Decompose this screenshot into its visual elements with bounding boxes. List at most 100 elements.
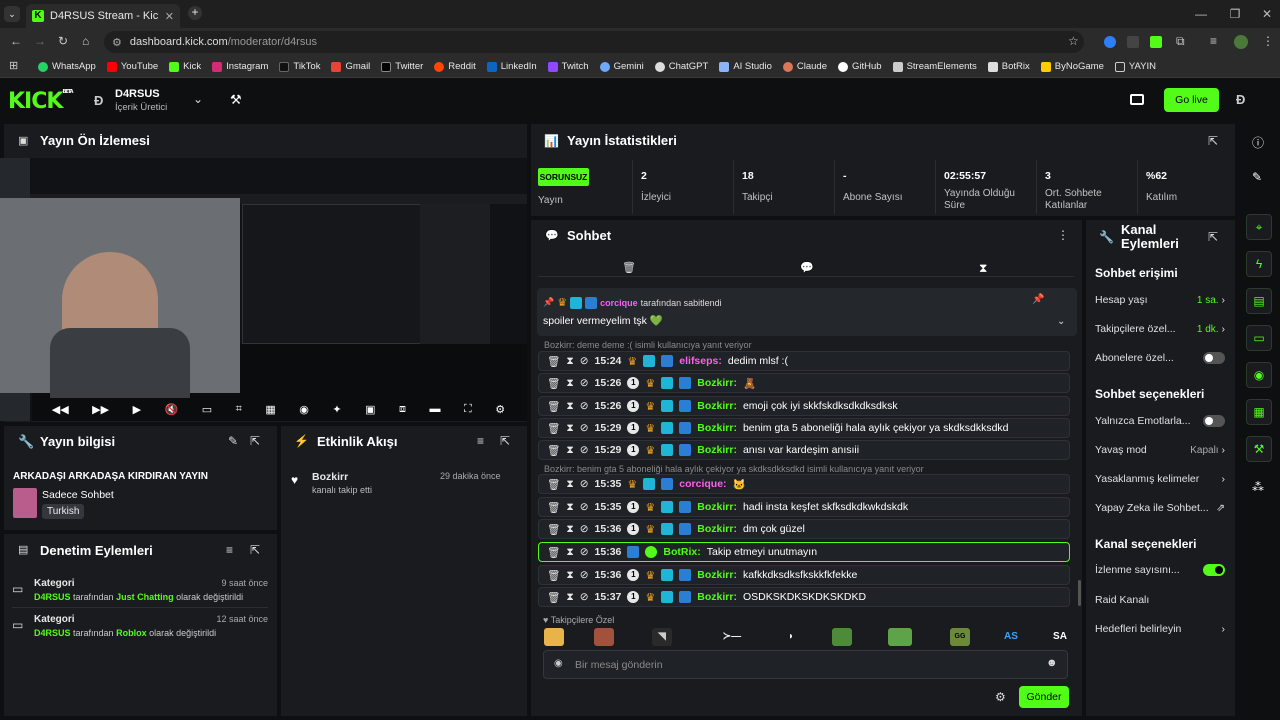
trash-icon[interactable]: 🗑 <box>622 261 636 274</box>
delete-icon[interactable]: 🗑 <box>547 591 560 604</box>
delete-icon[interactable]: 🗑 <box>547 523 560 536</box>
bookmark-botrix[interactable]: BotRix <box>987 61 1030 72</box>
bookmark-claude[interactable]: Claude <box>782 61 827 72</box>
delete-icon[interactable]: 🗑 <box>547 569 560 582</box>
chat-input[interactable]: ◉ Bir mesaj gönderin ☻ <box>543 650 1068 679</box>
ban-icon[interactable]: ⊘ <box>580 523 589 535</box>
ban-icon[interactable]: ⊘ <box>580 501 589 513</box>
bookmark-instagram[interactable]: Instagram <box>212 61 268 72</box>
sparkle-icon[interactable]: ✦ <box>332 403 341 416</box>
message-username[interactable]: Bozkirr: <box>697 569 737 581</box>
emote[interactable]: ◗ <box>781 628 801 646</box>
timeout-icon[interactable]: ⧗ <box>566 355 573 368</box>
emote-sa[interactable]: SA <box>1049 628 1071 646</box>
theatre-icon[interactable]: ▬ <box>430 403 441 415</box>
edit-icon[interactable]: ✎ <box>228 434 238 448</box>
emote[interactable]: ◥ <box>652 628 672 646</box>
ban-icon[interactable]: ⊘ <box>580 377 589 389</box>
ban-icon[interactable]: ⊘ <box>580 422 589 434</box>
popout-icon[interactable]: ⇱ <box>1208 134 1218 148</box>
bookmark-gmail[interactable]: Gmail <box>331 61 370 72</box>
chat-options-icon[interactable]: ◉ <box>554 658 563 669</box>
chat-icon[interactable]: 💬 <box>800 261 814 274</box>
bookmark-tiktok[interactable]: TikTok <box>279 61 320 72</box>
camera-icon[interactable]: ▭ <box>202 403 212 416</box>
bookmark-twitter[interactable]: Twitter <box>381 61 423 72</box>
clip-icon[interactable]: ◉ <box>299 403 309 416</box>
emote-as[interactable]: AS <box>1000 628 1022 646</box>
delete-icon[interactable]: 🗑 <box>547 478 560 491</box>
browser-menu-icon[interactable]: ⋮ <box>1262 34 1274 48</box>
timeout-icon[interactable]: ⧗ <box>566 523 573 536</box>
info-icon[interactable]: ⓘ <box>1252 134 1264 151</box>
chat-scrollbar[interactable] <box>1078 580 1081 606</box>
maximize-icon[interactable]: ❐ <box>1218 0 1252 28</box>
hammer-icon[interactable]: ⚒ <box>230 92 242 108</box>
crop-icon[interactable]: ⌗ <box>236 403 242 416</box>
popout-icon[interactable]: ⇱ <box>1208 230 1218 244</box>
popout-icon[interactable]: ⇱ <box>250 434 260 448</box>
delete-icon[interactable]: 🗑 <box>547 355 560 368</box>
profile-avatar[interactable] <box>1234 35 1248 49</box>
bookmark-folder-yayin[interactable]: YAYIN <box>1114 61 1156 72</box>
message-username[interactable]: Bozkirr: <box>697 377 737 389</box>
message-username[interactable]: Bozkirr: <box>697 444 737 456</box>
raid-row[interactable]: Raid Kanalı <box>1095 594 1225 606</box>
rail-wrench-icon[interactable]: ⚒ <box>1246 436 1272 462</box>
banned-words-row[interactable]: Yasaklanmış kelimeler › <box>1095 473 1225 485</box>
goals-row[interactable]: Hedefleri belirleyin › <box>1095 623 1225 635</box>
emote[interactable]: ≻— <box>716 628 748 646</box>
settings-icon[interactable]: ⚙ <box>995 690 1006 704</box>
channel-switcher[interactable]: D4RSUS İçerik Üretici <box>115 88 167 113</box>
bookmark-chatgpt[interactable]: ChatGPT <box>654 61 708 72</box>
chat-message[interactable]: 🗑 ⧗ ⊘ 15:29 1 ♛ Bozkirr: anısı var kardeşim anı… <box>538 440 1070 460</box>
filter-icon[interactable]: ≡ <box>477 434 484 448</box>
delete-icon[interactable]: 🗑 <box>547 546 560 559</box>
emote[interactable] <box>832 628 852 646</box>
rail-target-icon[interactable]: ⌖ <box>1246 214 1272 240</box>
apps-icon[interactable]: ⁂ <box>1252 480 1264 494</box>
site-info-icon[interactable]: ⚙ <box>112 36 122 49</box>
send-button[interactable]: Gönder <box>1019 686 1069 708</box>
followers-only-row[interactable]: Takipçilere özel... 1 dk. › <box>1095 323 1225 335</box>
ban-icon[interactable]: ⊘ <box>580 569 589 581</box>
stream-video[interactable] <box>0 158 527 421</box>
bookmark-ai-studio[interactable]: AI Studio <box>719 61 772 72</box>
timeout-icon[interactable]: ⧗ <box>566 478 573 491</box>
bookmark-whatsapp[interactable]: WhatsApp <box>38 61 96 72</box>
message-username[interactable]: Bozkirr: <box>697 523 737 535</box>
chevron-down-icon[interactable]: ⌄ <box>1057 316 1065 327</box>
timeout-icon[interactable]: ⧗ <box>566 501 573 514</box>
timeout-icon[interactable]: ⧗ <box>566 444 573 457</box>
chat-message[interactable]: 🗑 ⧗ ⊘ 15:35 1 ♛ Bozkirr: hadi insta keşfet skfk… <box>538 497 1070 517</box>
chat-message[interactable]: 🗑 ⧗ ⊘ 15:26 1 ♛ Bozkirr: 🧸 <box>538 373 1070 393</box>
bookmark-streamelements[interactable]: StreamElements <box>892 61 977 72</box>
ban-icon[interactable]: ⊘ <box>580 478 589 490</box>
reload-icon[interactable]: ↻ <box>58 34 68 48</box>
view-count-toggle[interactable] <box>1203 564 1225 576</box>
rail-bolt-icon[interactable]: ϟ <box>1246 251 1272 277</box>
timeout-icon[interactable]: ⧗ <box>566 422 573 435</box>
kick-logo[interactable]: KICKBETA <box>8 89 74 114</box>
emote[interactable] <box>594 628 614 646</box>
chat-message[interactable]: 🗑 ⧗ ⊘ 15:36 1 ♛ Bozkirr: dm çok güzel <box>538 519 1070 539</box>
rail-chat-icon[interactable]: ▭ <box>1246 325 1272 351</box>
chat-message[interactable]: 🗑 ⧗ ⊘ 15:29 1 ♛ Bozkirr: benim gta 5 aboneliği … <box>538 418 1070 438</box>
message-username[interactable]: corcique: <box>679 478 726 490</box>
filter-icon[interactable]: ≡ <box>226 543 233 557</box>
rail-stats-icon[interactable]: ▦ <box>1246 399 1272 425</box>
bookmark-linkedin[interactable]: LinkedIn <box>486 61 537 72</box>
bookmark-twitch[interactable]: Twitch <box>547 61 589 72</box>
account-age-row[interactable]: Hesap yaşı 1 sa. › <box>1095 294 1225 306</box>
chat-message[interactable]: 🗑 ⧗ ⊘ 15:36 BotRix: Takip etmeyi unutmayın <box>538 542 1070 562</box>
miniplayer-icon[interactable]: ⧈ <box>399 403 406 416</box>
browser-tab[interactable]: K D4RSUS Stream - Kick Dashbo ✕ <box>26 4 180 28</box>
message-username[interactable]: elifseps: <box>679 355 722 367</box>
timeout-icon[interactable]: ⧗ <box>566 546 573 559</box>
rail-broadcast-icon[interactable]: ◉ <box>1246 362 1272 388</box>
kick-extension-icon[interactable] <box>1150 36 1162 48</box>
bookmark-kick[interactable]: Kick <box>169 61 201 72</box>
screen-icon[interactable] <box>1130 94 1144 105</box>
close-tab-icon[interactable]: ✕ <box>165 10 174 23</box>
tab-search-icon[interactable]: ⌄ <box>4 6 20 22</box>
